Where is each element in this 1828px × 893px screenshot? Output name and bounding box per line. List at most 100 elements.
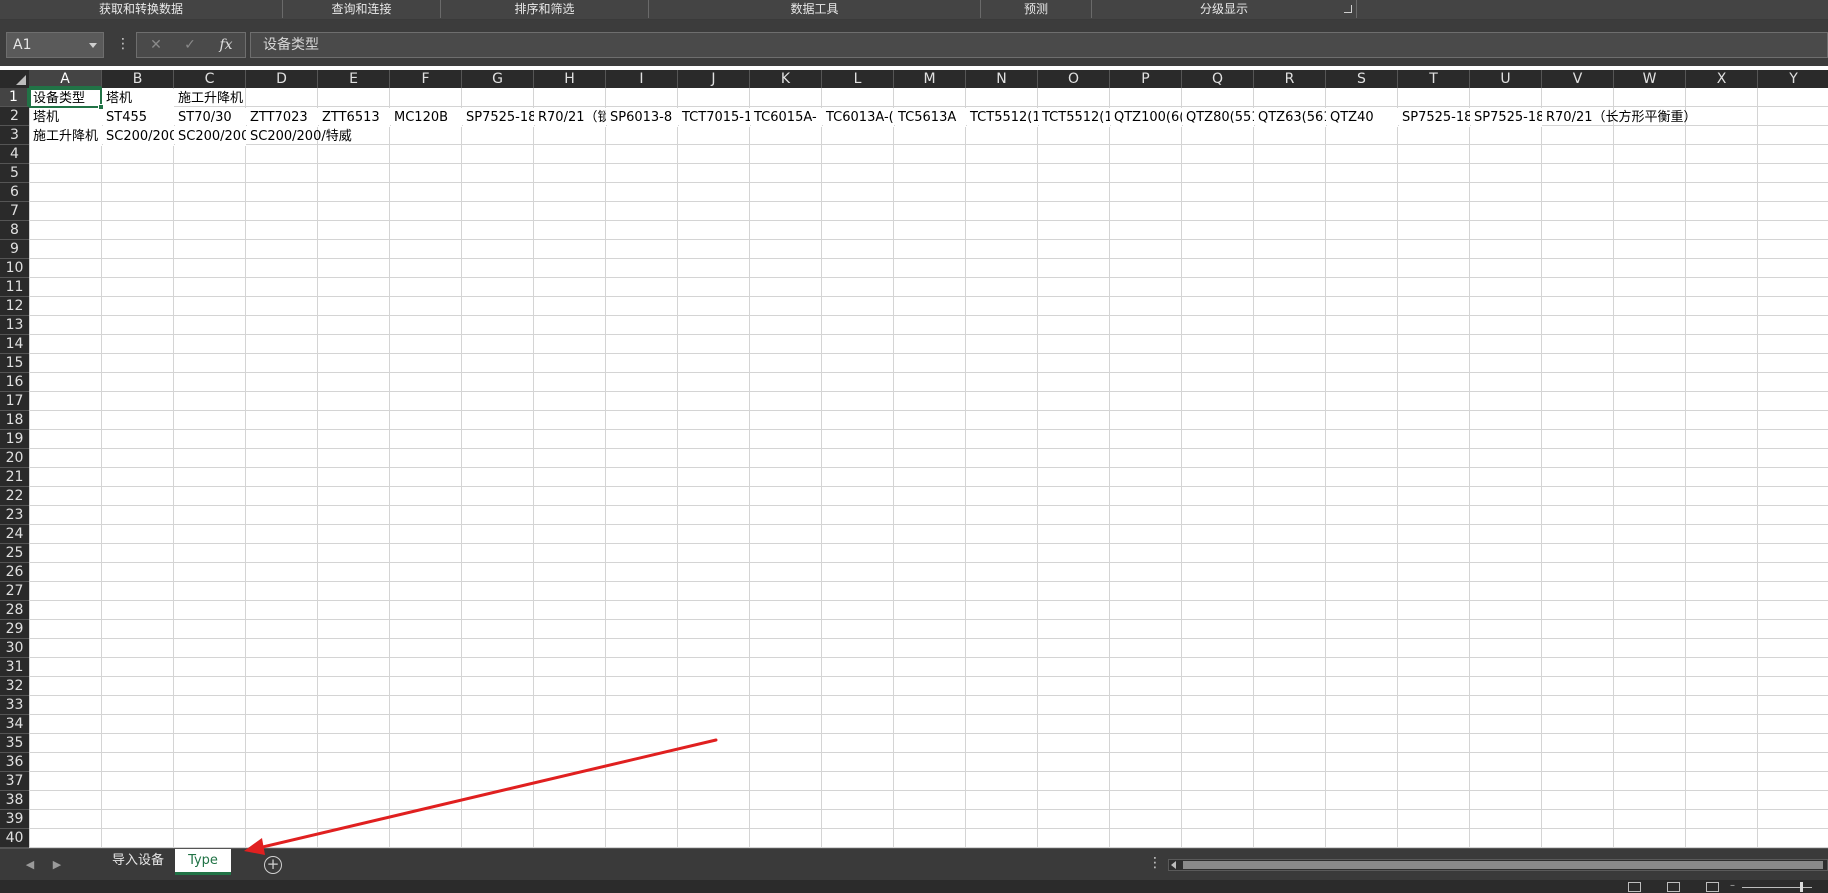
zoom-out-icon[interactable]: – bbox=[1730, 880, 1735, 892]
row-header-37[interactable]: 37 bbox=[0, 772, 29, 791]
cell-v2[interactable]: R70/21（长方形平衡重） bbox=[1543, 108, 1759, 127]
column-header-s[interactable]: S bbox=[1326, 70, 1398, 88]
sheet-tab-type[interactable]: Type bbox=[175, 849, 231, 875]
row-header-19[interactable]: 19 bbox=[0, 430, 29, 449]
row-header-23[interactable]: 23 bbox=[0, 506, 29, 525]
column-header-d[interactable]: D bbox=[246, 70, 318, 88]
column-header-j[interactable]: J bbox=[678, 70, 750, 88]
cell-c3[interactable]: SC200/200 bbox=[175, 127, 246, 146]
scrollbar-thumb[interactable] bbox=[1183, 861, 1823, 869]
row-header-33[interactable]: 33 bbox=[0, 696, 29, 715]
cell-q2[interactable]: QTZ80(551 bbox=[1183, 108, 1254, 127]
row-header-18[interactable]: 18 bbox=[0, 411, 29, 430]
row-header-34[interactable]: 34 bbox=[0, 715, 29, 734]
column-header-v[interactable]: V bbox=[1542, 70, 1614, 88]
cell-d2[interactable]: ZTT7023 bbox=[247, 108, 318, 127]
cell-e2[interactable]: ZTT6513 bbox=[319, 108, 390, 127]
zoom-slider-knob[interactable] bbox=[1800, 882, 1803, 892]
dialog-launcher-icon[interactable] bbox=[1344, 5, 1352, 13]
column-header-p[interactable]: P bbox=[1110, 70, 1182, 88]
ribbon-group-get-transform[interactable]: 获取和转换数据 bbox=[0, 0, 283, 18]
cell-p2[interactable]: QTZ100(6( bbox=[1111, 108, 1182, 127]
row-header-6[interactable]: 6 bbox=[0, 183, 29, 202]
cell-i2[interactable]: SP6013-8 bbox=[607, 108, 678, 127]
row-header-20[interactable]: 20 bbox=[0, 449, 29, 468]
cell-o2[interactable]: TCT5512(1 bbox=[1039, 108, 1110, 127]
row-header-39[interactable]: 39 bbox=[0, 810, 29, 829]
ribbon-group-queries-connections[interactable]: 查询和连接 bbox=[283, 0, 441, 18]
row-header-38[interactable]: 38 bbox=[0, 791, 29, 810]
row-header-22[interactable]: 22 bbox=[0, 487, 29, 506]
name-box[interactable]: A1 bbox=[6, 32, 104, 58]
row-header-14[interactable]: 14 bbox=[0, 335, 29, 354]
scroll-left-icon[interactable] bbox=[1171, 861, 1176, 869]
formula-bar-grip-icon[interactable]: ⋮ bbox=[116, 33, 130, 57]
enter-icon[interactable]: ✓ bbox=[175, 33, 205, 57]
row-header-26[interactable]: 26 bbox=[0, 563, 29, 582]
row-header-30[interactable]: 30 bbox=[0, 639, 29, 658]
cell-m2[interactable]: TC5613A bbox=[895, 108, 966, 127]
cell-b3[interactable]: SC200/200 bbox=[103, 127, 174, 146]
formula-input[interactable]: 设备类型 bbox=[250, 32, 1828, 58]
cancel-icon[interactable]: ✕ bbox=[141, 33, 171, 57]
cell-s2[interactable]: QTZ40 bbox=[1327, 108, 1398, 127]
row-header-2[interactable]: 2 bbox=[0, 107, 29, 126]
row-header-40[interactable]: 40 bbox=[0, 829, 29, 848]
cell-a2[interactable]: 塔机 bbox=[30, 108, 102, 127]
column-header-h[interactable]: H bbox=[534, 70, 606, 88]
column-header-f[interactable]: F bbox=[390, 70, 462, 88]
cell-t2[interactable]: SP7525-18 bbox=[1399, 108, 1470, 127]
cell-f2[interactable]: MC120B bbox=[391, 108, 462, 127]
column-header-a[interactable]: A bbox=[29, 70, 102, 88]
row-header-21[interactable]: 21 bbox=[0, 468, 29, 487]
tab-splitter-icon[interactable]: ⋮ bbox=[1148, 855, 1162, 871]
next-sheet-arrow-icon[interactable]: ▶ bbox=[49, 857, 65, 873]
cell-j2[interactable]: TCT7015-1 bbox=[679, 108, 750, 127]
insert-function-icon[interactable]: fx bbox=[211, 33, 241, 57]
row-header-5[interactable]: 5 bbox=[0, 164, 29, 183]
row-header-31[interactable]: 31 bbox=[0, 658, 29, 677]
column-header-u[interactable]: U bbox=[1470, 70, 1542, 88]
column-header-w[interactable]: W bbox=[1614, 70, 1686, 88]
cell-h2[interactable]: R70/21（锁 bbox=[535, 108, 606, 127]
add-sheet-icon[interactable]: + bbox=[264, 856, 282, 874]
column-header-n[interactable]: N bbox=[966, 70, 1038, 88]
ribbon-group-data-tools[interactable]: 数据工具 bbox=[649, 0, 981, 18]
row-header-4[interactable]: 4 bbox=[0, 145, 29, 164]
column-header-l[interactable]: L bbox=[822, 70, 894, 88]
column-header-q[interactable]: Q bbox=[1182, 70, 1254, 88]
row-header-28[interactable]: 28 bbox=[0, 601, 29, 620]
normal-view-icon[interactable] bbox=[1628, 882, 1641, 892]
row-header-25[interactable]: 25 bbox=[0, 544, 29, 563]
page-break-view-icon[interactable] bbox=[1706, 882, 1719, 892]
column-header-e[interactable]: E bbox=[318, 70, 390, 88]
row-header-17[interactable]: 17 bbox=[0, 392, 29, 411]
ribbon-group-outline[interactable]: 分级显示 bbox=[1092, 0, 1357, 18]
row-header-35[interactable]: 35 bbox=[0, 734, 29, 753]
row-header-1[interactable]: 1 bbox=[0, 88, 29, 107]
column-header-g[interactable]: G bbox=[462, 70, 534, 88]
cell-l2[interactable]: TC6013A-( bbox=[823, 108, 894, 127]
row-header-10[interactable]: 10 bbox=[0, 259, 29, 278]
select-all-corner[interactable] bbox=[0, 70, 29, 88]
cell-c1[interactable]: 施工升降机 bbox=[175, 89, 391, 108]
row-header-9[interactable]: 9 bbox=[0, 240, 29, 259]
row-header-29[interactable]: 29 bbox=[0, 620, 29, 639]
row-header-27[interactable]: 27 bbox=[0, 582, 29, 601]
cell-a1[interactable]: 设备类型 bbox=[30, 89, 102, 108]
row-header-15[interactable]: 15 bbox=[0, 354, 29, 373]
ribbon-group-forecast[interactable]: 预测 bbox=[981, 0, 1092, 18]
cell-g2[interactable]: SP7525-18 bbox=[463, 108, 534, 127]
cell-grid[interactable]: 设备类型 塔机 施工升降机 塔机 ST455 ST70/30 ZTT7023 ZTT6513 M… bbox=[29, 88, 1828, 848]
ribbon-group-sort-filter[interactable]: 排序和筛选 bbox=[441, 0, 649, 18]
name-box-dropdown-icon[interactable] bbox=[89, 43, 97, 48]
row-header-12[interactable]: 12 bbox=[0, 297, 29, 316]
cell-b1[interactable]: 塔机 bbox=[103, 89, 174, 108]
page-layout-view-icon[interactable] bbox=[1667, 882, 1680, 892]
cell-r2[interactable]: QTZ63(561 bbox=[1255, 108, 1326, 127]
column-header-c[interactable]: C bbox=[174, 70, 246, 88]
row-header-13[interactable]: 13 bbox=[0, 316, 29, 335]
cell-a3[interactable]: 施工升降机 bbox=[30, 127, 102, 146]
cell-u2[interactable]: SP7525-18 bbox=[1471, 108, 1542, 127]
row-header-7[interactable]: 7 bbox=[0, 202, 29, 221]
